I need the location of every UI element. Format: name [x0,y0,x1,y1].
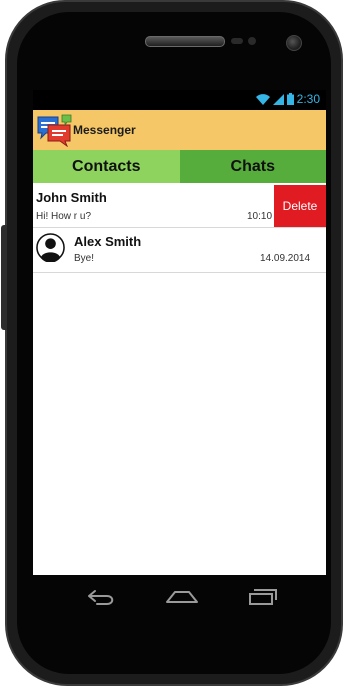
messenger-app-icon [37,114,72,147]
side-button [1,225,7,330]
front-camera [286,35,302,51]
chat-name: John Smith [36,190,107,205]
wifi-icon [255,93,270,105]
status-icons: 2:30 [255,92,320,106]
screen: 2:30 Messenger Contacts Chats John Smith… [33,90,326,575]
status-time: 2:30 [296,92,320,106]
chat-time: 10:10 [247,211,273,222]
chat-message: Hi! How r u? [36,211,92,222]
earpiece-speaker [145,36,225,47]
battery-icon [286,93,294,105]
chat-row[interactable]: John Smith Hi! How r u? 10:10 Delete [33,185,326,228]
chat-time: 14.09.2014 [260,253,311,264]
back-icon[interactable] [83,582,119,610]
chat-row[interactable]: Alex Smith Bye! 14.09.2014 [33,228,326,273]
tab-bar: Contacts Chats [33,150,326,183]
recents-icon[interactable] [243,582,279,610]
app-title: Messenger [73,123,136,137]
app-bar: Messenger [33,110,326,150]
person-avatar-icon [36,233,65,262]
signal-icon [272,93,284,105]
nav-bar [65,582,295,612]
status-bar: 2:30 [33,90,326,110]
delete-button[interactable]: Delete [274,185,326,227]
chat-list: John Smith Hi! How r u? 10:10 Delete Ale… [33,185,326,273]
light-sensor [248,37,256,45]
home-icon[interactable] [163,582,199,610]
tab-contacts[interactable]: Contacts [33,150,180,183]
phone-frame: 2:30 Messenger Contacts Chats John Smith… [1,0,343,686]
chat-name: Alex Smith [74,234,142,249]
proximity-sensor [231,38,243,44]
chat-message: Bye! [74,253,95,264]
tab-chats[interactable]: Chats [179,150,326,183]
